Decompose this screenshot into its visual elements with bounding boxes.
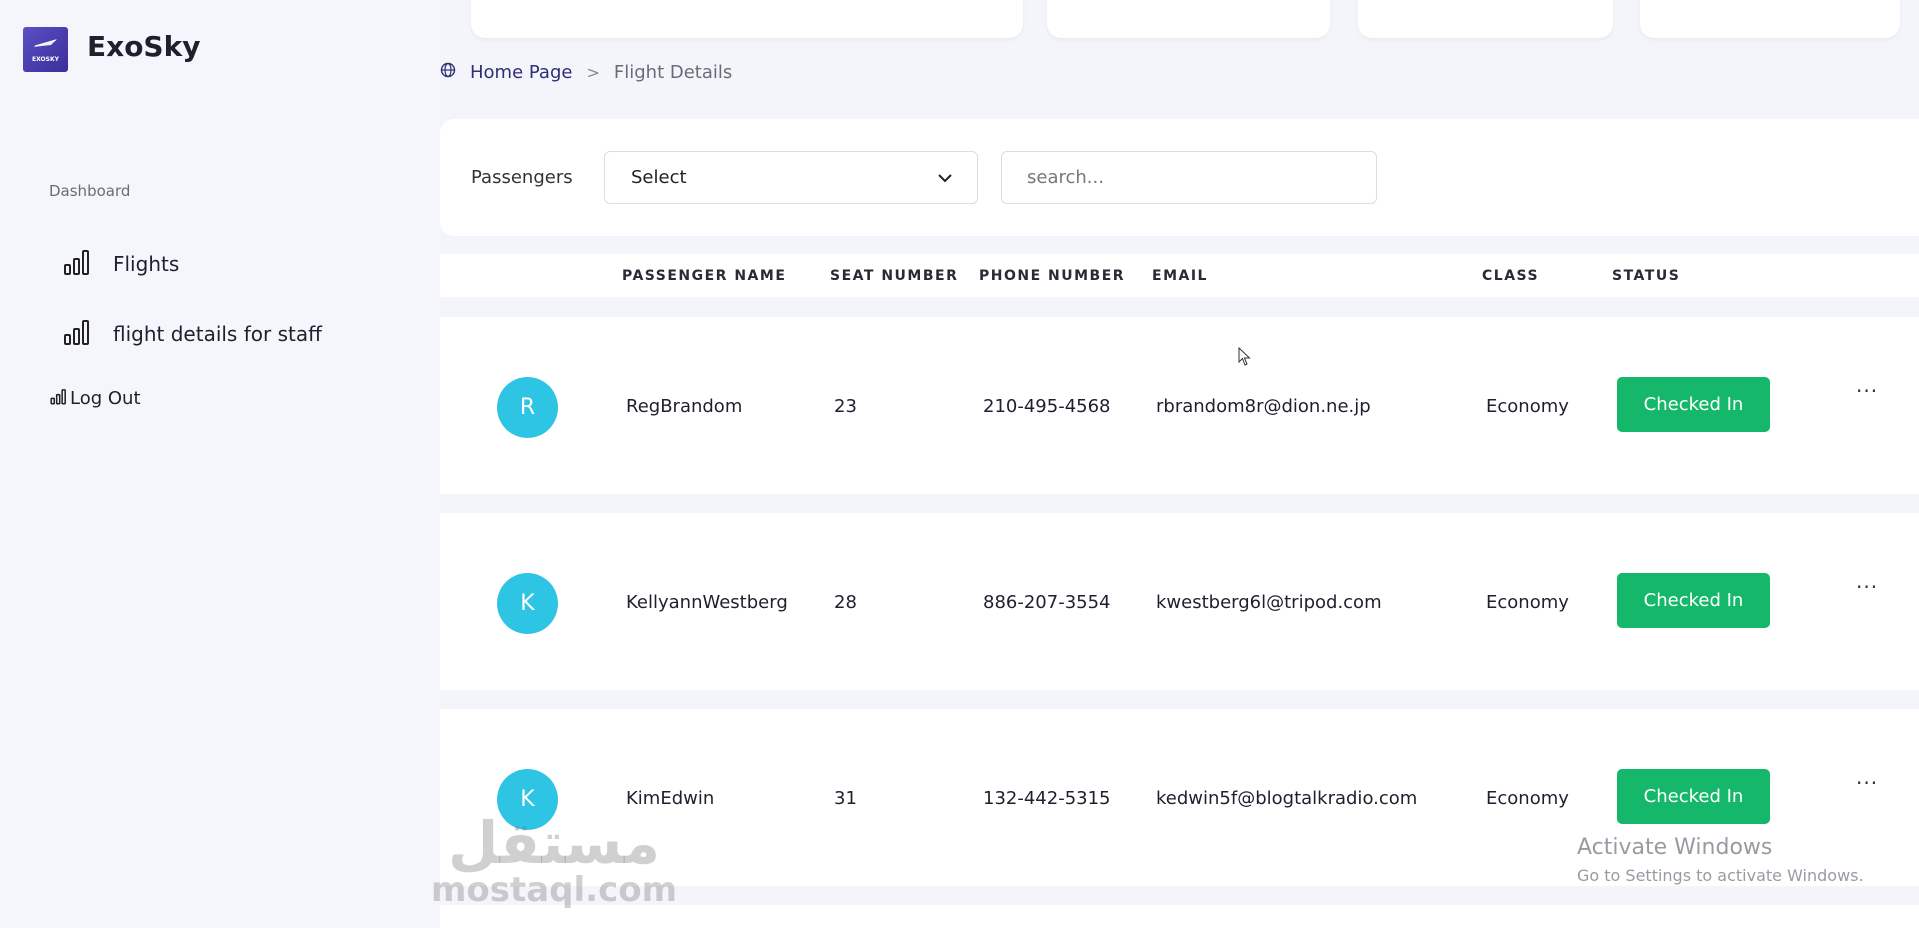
- passengers-select[interactable]: Select: [604, 151, 978, 204]
- more-options-icon[interactable]: ···: [1856, 771, 1878, 795]
- column-header-phone-number[interactable]: PHONE NUMBER: [979, 268, 1125, 284]
- sidebar: EXOSKY ExoSky Dashboard Flights flight d…: [0, 0, 440, 928]
- breadcrumb-current: Flight Details: [613, 62, 733, 83]
- passenger-name: RegBrandom: [626, 396, 743, 417]
- phone-number: 210-495-4568: [983, 396, 1111, 417]
- more-options-icon[interactable]: ···: [1856, 575, 1878, 599]
- globe-icon: [440, 62, 456, 83]
- seat-number: 23: [834, 396, 857, 417]
- column-header-status[interactable]: STATUS: [1612, 268, 1680, 284]
- seat-number: 28: [834, 592, 857, 613]
- breadcrumb-home-link[interactable]: Home Page: [470, 62, 572, 83]
- sidebar-item-label: flight details for staff: [113, 322, 322, 346]
- more-options-icon[interactable]: ···: [1856, 379, 1878, 403]
- logo-text: EXOSKY: [32, 56, 60, 63]
- status-button[interactable]: Checked In: [1617, 769, 1770, 824]
- stat-card: [471, 0, 1023, 38]
- sidebar-item-logout[interactable]: Log Out: [50, 388, 141, 409]
- bar-chart-icon: [50, 388, 67, 409]
- class: Economy: [1486, 788, 1569, 809]
- avatar: R: [497, 377, 558, 438]
- phone-number: 132-442-5315: [983, 788, 1111, 809]
- select-value: Select: [631, 167, 687, 188]
- activate-subtitle: Go to Settings to activate Windows.: [1577, 866, 1864, 885]
- stat-card: [1047, 0, 1330, 38]
- email: rbrandom8r@dion.ne.jp: [1156, 396, 1371, 417]
- filter-bar: Passengers Select: [440, 119, 1919, 236]
- avatar: K: [497, 573, 558, 634]
- table-row[interactable]: K KellyannWestberg 28 886-207-3554 kwest…: [440, 513, 1919, 690]
- table-row[interactable]: R RegBrandom 23 210-495-4568 rbrandom8r@…: [440, 317, 1919, 494]
- breadcrumb: Home Page > Flight Details: [440, 62, 732, 83]
- mouse-cursor-icon: [1238, 346, 1252, 371]
- bar-chart-icon: [63, 318, 91, 350]
- airplane-logo-icon: EXOSKY: [32, 39, 60, 63]
- watermark: مستقل mostaql.com: [404, 813, 704, 907]
- activate-title: Activate Windows: [1577, 835, 1773, 860]
- passengers-label: Passengers: [471, 167, 573, 188]
- app-logo[interactable]: EXOSKY: [23, 27, 68, 72]
- sidebar-item-flight-details-staff[interactable]: flight details for staff: [63, 318, 322, 350]
- sidebar-item-label: Log Out: [70, 388, 141, 409]
- column-header-email[interactable]: EMAIL: [1152, 268, 1208, 284]
- activate-windows-notice: Activate Windows Go to Settings to activ…: [1577, 835, 1864, 885]
- column-header-class[interactable]: CLASS: [1482, 268, 1539, 284]
- seat-number: 31: [834, 788, 857, 809]
- watermark-arabic: مستقل: [447, 809, 661, 877]
- stat-card: [1640, 0, 1900, 38]
- class: Economy: [1486, 592, 1569, 613]
- email: kwestberg6l@tripod.com: [1156, 592, 1382, 613]
- phone-number: 886-207-3554: [983, 592, 1111, 613]
- status-button[interactable]: Checked In: [1617, 377, 1770, 432]
- chevron-down-icon: [937, 167, 953, 188]
- watermark-latin: mostaql.com: [430, 870, 678, 910]
- search-input[interactable]: [1001, 151, 1377, 204]
- table-header: PASSENGER NAME SEAT NUMBER PHONE NUMBER …: [440, 254, 1919, 297]
- sidebar-section-dashboard[interactable]: Dashboard: [49, 182, 130, 200]
- passenger-name: KimEdwin: [626, 788, 715, 809]
- brand-name: ExoSky: [87, 30, 201, 63]
- passenger-name: KellyannWestberg: [626, 592, 788, 613]
- chevron-right-icon: >: [586, 63, 600, 82]
- bar-chart-icon: [63, 248, 91, 280]
- column-header-passenger-name[interactable]: PASSENGER NAME: [622, 268, 786, 284]
- email: kedwin5f@blogtalkradio.com: [1156, 788, 1418, 809]
- sidebar-item-flights[interactable]: Flights: [63, 248, 179, 280]
- column-header-seat-number[interactable]: SEAT NUMBER: [830, 268, 958, 284]
- stat-card: [1358, 0, 1613, 38]
- sidebar-item-label: Flights: [113, 252, 180, 276]
- status-button[interactable]: Checked In: [1617, 573, 1770, 628]
- main-content: Home Page > Flight Details Passengers Se…: [440, 0, 1919, 928]
- class: Economy: [1486, 396, 1569, 417]
